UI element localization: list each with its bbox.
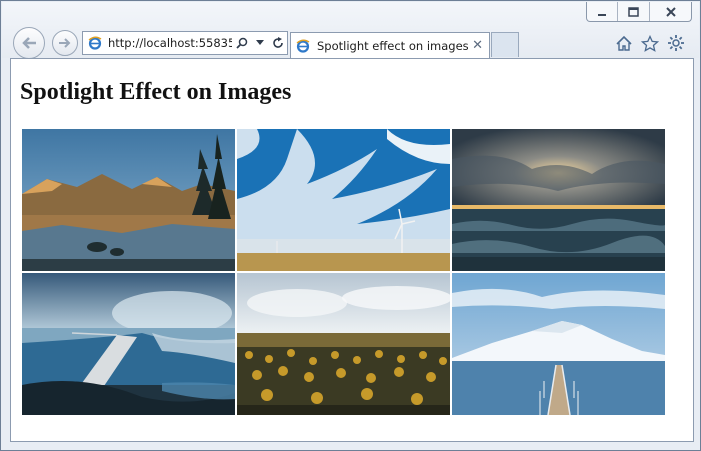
image-cloud-sky[interactable] xyxy=(237,129,450,271)
forward-arrow-icon xyxy=(59,38,71,48)
image-snow-mountain-jetty[interactable] xyxy=(452,273,665,415)
browser-window: http://localhost:55835/I Spotlight effec… xyxy=(0,0,701,451)
image-pier-water[interactable] xyxy=(22,273,235,415)
page-viewport: Spotlight Effect on Images xyxy=(10,58,694,442)
address-url[interactable]: http://localhost:55835/I xyxy=(108,36,232,50)
close-window-button[interactable] xyxy=(649,2,691,21)
minimize-button[interactable] xyxy=(587,2,617,21)
new-tab-button[interactable] xyxy=(491,32,519,57)
tab-ie-icon xyxy=(295,38,311,54)
forward-button[interactable] xyxy=(52,30,78,56)
image-sunflower-field[interactable] xyxy=(237,273,450,415)
search-icon[interactable] xyxy=(234,35,250,51)
minimize-icon xyxy=(598,13,606,16)
favorites-star-icon[interactable] xyxy=(640,33,660,53)
image-mountain-lake[interactable] xyxy=(22,129,235,271)
page-heading: Spotlight Effect on Images xyxy=(20,79,292,105)
browser-tab-active[interactable]: Spotlight effect on images ✕ xyxy=(290,32,490,58)
close-icon xyxy=(665,6,676,17)
tab-close-icon[interactable]: ✕ xyxy=(472,38,483,53)
back-button[interactable] xyxy=(13,27,45,59)
address-bar[interactable]: http://localhost:55835/I xyxy=(82,31,288,55)
home-icon[interactable] xyxy=(614,33,634,53)
window-caption-buttons xyxy=(586,2,692,22)
settings-gear-icon[interactable] xyxy=(666,33,686,53)
maximize-button[interactable] xyxy=(617,2,649,21)
ie-page-icon xyxy=(87,35,103,51)
dropdown-chevron-icon[interactable] xyxy=(252,35,268,51)
image-gallery xyxy=(22,129,666,416)
browser-toolbar-icons xyxy=(614,33,686,53)
tab-title: Spotlight effect on images xyxy=(317,38,469,53)
maximize-icon xyxy=(628,6,639,17)
back-arrow-icon xyxy=(22,37,36,49)
image-sunset-sea[interactable] xyxy=(452,129,665,271)
refresh-icon[interactable] xyxy=(270,35,286,51)
